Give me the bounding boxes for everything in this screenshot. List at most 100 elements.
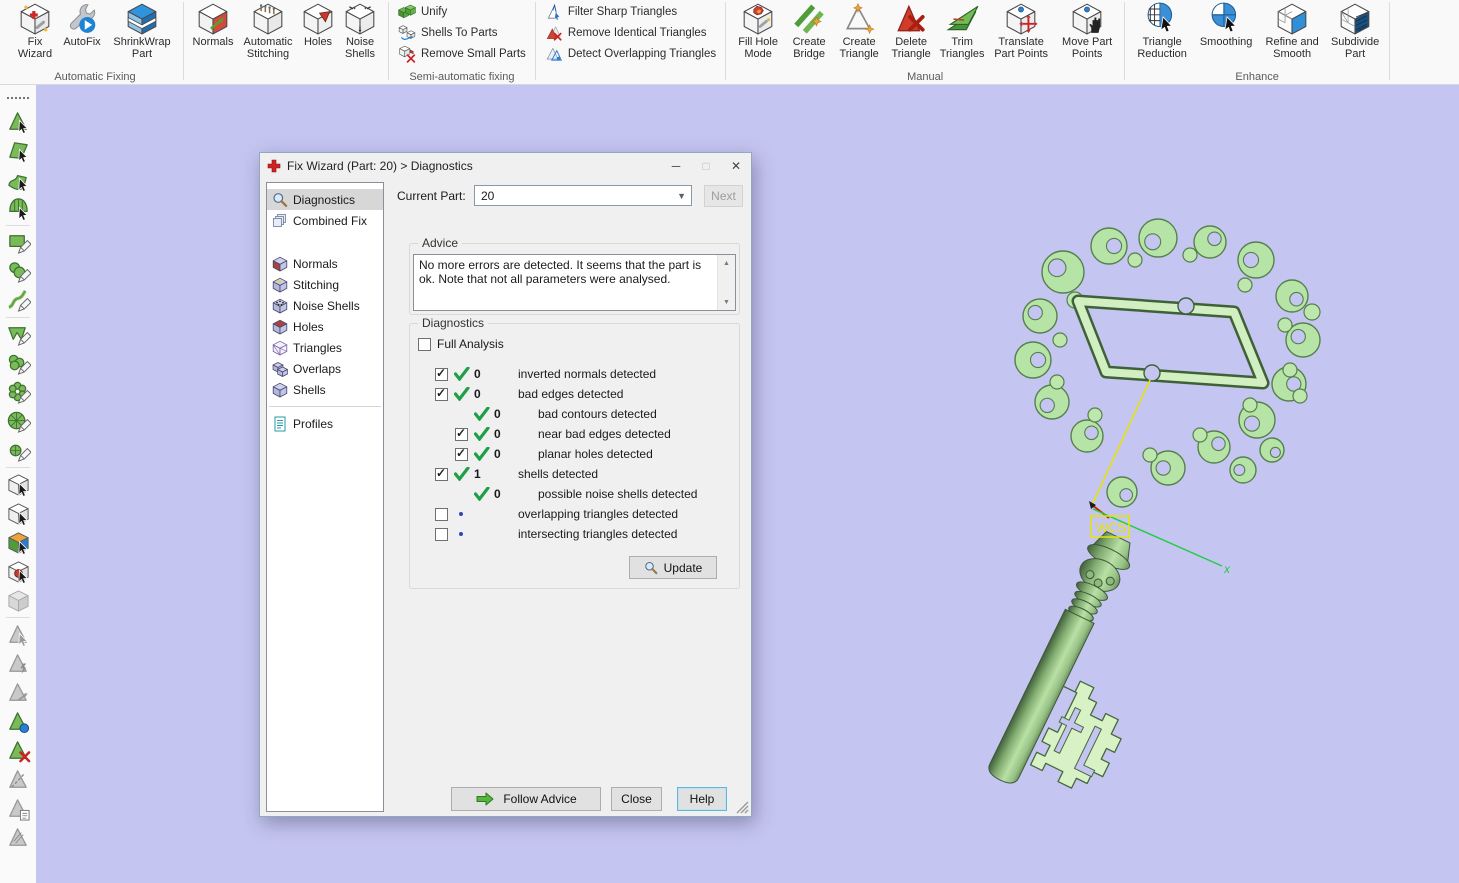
wizard-page-label: Profiles [293,417,333,431]
wizard-page-label: Normals [293,257,338,271]
diagnostic-label: overlapping triangles detected [518,507,678,521]
diagnostic-label: inverted normals detected [518,367,656,381]
diagnostic-count: 0 [494,427,538,441]
wizard-page-noise-shells[interactable]: Noise Shells [267,295,383,316]
diagnostic-count: 1 [474,467,518,481]
wizard-page-combined-fix[interactable]: Combined Fix [267,210,383,231]
diagnostics-icon [272,192,288,208]
maximize-icon[interactable]: □ [691,153,721,178]
diagnostic-label: shells detected [518,467,598,481]
stitching-icon [272,277,288,293]
magnifier-icon [644,561,658,575]
x-axis-label: x [1223,562,1231,576]
diagnostic-count: 0 [474,387,518,401]
fix-wizard-app-icon [267,159,281,173]
wizard-page-label: Holes [293,320,324,334]
next-button[interactable]: Next [704,185,743,207]
advice-groupbox: Advice No more errors are detected. It s… [409,243,740,315]
current-part-value: 20 [481,189,494,203]
wizard-page-normals[interactable]: Normals [267,253,383,274]
dialog-title: Fix Wizard (Part: 20) > Diagnostics [287,159,473,173]
full-analysis-checkbox[interactable] [418,338,431,351]
diagnostic-row: overlapping triangles detected [435,504,735,524]
diagnostic-checkbox[interactable] [435,508,448,521]
diagnostic-label: intersecting triangles detected [518,527,677,541]
ok-check-icon [454,467,474,481]
diagnostic-count: 0 [494,407,538,421]
diagnostic-label: bad edges detected [518,387,623,401]
scroll-down-icon[interactable]: ▼ [718,294,735,310]
wizard-page-label: Stitching [293,278,339,292]
diagnostic-count: 0 [474,367,518,381]
wizard-page-label: Noise Shells [293,299,360,313]
wizard-page-diagnostics[interactable]: Diagnostics [267,189,383,210]
dialog-titlebar[interactable]: Fix Wizard (Part: 20) > Diagnostics ─ □ … [260,153,751,179]
update-label: Update [664,561,703,575]
close-icon[interactable]: ✕ [721,153,751,178]
resize-grip[interactable] [736,801,749,814]
diagnostics-results: 0inverted normals detected0bad edges det… [435,364,735,544]
full-analysis-label: Full Analysis [437,337,504,351]
wizard-page-list: Diagnostics Combined Fix Normals Stitching N… [266,182,384,812]
fix-wizard-dialog: Fix Wizard (Part: 20) > Diagnostics ─ □ … [259,152,752,817]
diagnostic-checkbox[interactable] [435,368,448,381]
follow-advice-button[interactable]: Follow Advice [451,787,601,811]
chevron-down-icon: ▼ [677,191,686,201]
pending-dot-icon [454,512,474,516]
wizard-page-shells[interactable]: Shells [267,379,383,400]
diagnostic-row: 1shells detected [435,464,735,484]
wizard-page-holes[interactable]: Holes [267,316,383,337]
ok-check-icon [474,487,494,501]
scroll-up-icon[interactable]: ▲ [718,255,735,271]
current-part-select[interactable]: 20 ▼ [474,185,692,206]
wcs-label: WCS [1096,520,1127,535]
shells-icon [272,382,288,398]
profiles-icon [272,416,288,432]
triangles-icon [272,340,288,356]
diagnostic-row: intersecting triangles detected [435,524,735,544]
ok-check-icon [474,447,494,461]
pending-dot-icon [454,532,474,536]
minimize-icon[interactable]: ─ [661,153,691,178]
ok-check-icon [474,427,494,441]
diagnostic-row: 0inverted normals detected [435,364,735,384]
wizard-page-overlaps[interactable]: Overlaps [267,358,383,379]
wizard-page-label: Overlaps [293,362,341,376]
wizard-page-stitching[interactable]: Stitching [267,274,383,295]
diagnostic-checkbox[interactable] [435,528,448,541]
key-bow-frame [1078,298,1263,383]
diagnostic-row: 0near bad edges detected [435,424,735,444]
follow-advice-label: Follow Advice [503,792,576,806]
advice-label: Advice [418,236,462,250]
diagnostic-label: planar holes detected [538,447,653,461]
close-button[interactable]: Close [611,787,662,811]
wizard-page-profiles[interactable]: Profiles [267,413,383,434]
diagnostic-checkbox[interactable] [455,448,468,461]
diagnostic-count: 0 [494,447,538,461]
diagnostic-checkbox[interactable] [455,428,468,441]
diagnostic-row: 0bad edges detected [435,384,735,404]
wizard-page-label: Diagnostics [293,193,355,207]
diagnostics-label: Diagnostics [418,316,488,330]
overlaps-icon [272,361,288,377]
diagnostic-label: near bad edges detected [538,427,671,441]
holes-icon [272,319,288,335]
diagnostic-row: 0planar holes detected [435,444,735,464]
diagnostic-count: 0 [494,487,538,501]
key-shaft-and-bit [979,527,1200,820]
current-part-label: Current Part: [397,189,466,203]
update-button[interactable]: Update [629,556,717,579]
help-button[interactable]: Help [677,787,727,811]
diagnostic-checkbox[interactable] [435,388,448,401]
diagnostic-checkbox[interactable] [435,468,448,481]
combined-fix-icon [272,213,288,229]
advice-scrollbar[interactable]: ▲ ▼ [717,255,735,310]
wizard-page-triangles[interactable]: Triangles [267,337,383,358]
diagnostic-label: possible noise shells detected [538,487,697,501]
normals-icon [272,256,288,272]
diagnostics-groupbox: Diagnostics Full Analysis 0inverted norm… [409,323,740,589]
wizard-page-label: Combined Fix [293,214,367,228]
ok-check-icon [474,407,494,421]
green-arrow-icon [475,792,495,806]
ok-check-icon [454,387,474,401]
